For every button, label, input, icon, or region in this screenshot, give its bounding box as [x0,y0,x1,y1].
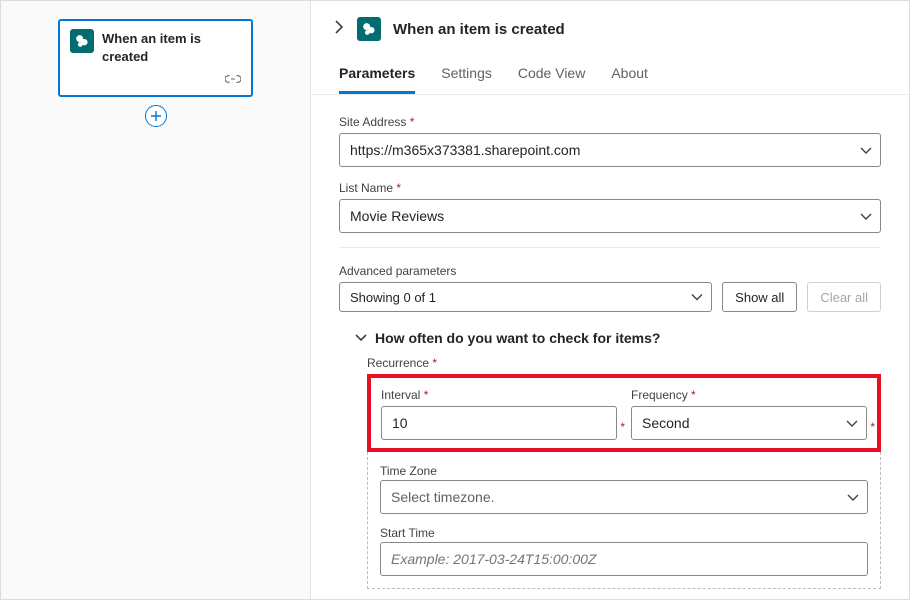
recurrence-extras: Time Zone Select timezone. Start Time [367,452,881,589]
how-often-header[interactable]: How often do you want to check for items… [355,330,881,346]
chevron-down-icon [860,142,872,158]
sharepoint-icon [357,17,381,41]
chevron-down-icon [355,334,367,342]
interval-input[interactable] [381,406,617,440]
timezone-select[interactable]: Select timezone. [380,480,868,514]
frequency-label: Frequency * [631,388,867,402]
flow-canvas: When an item is created [1,1,311,599]
frequency-select[interactable]: Second [631,406,867,440]
starttime-label: Start Time [380,526,435,540]
action-panel: When an item is created Parameters Setti… [311,1,909,599]
clear-all-button: Clear all [807,282,881,312]
panel-tabs: Parameters Settings Code View About [311,51,909,95]
list-name-label: List Name * [339,181,881,195]
advanced-parameters-label: Advanced parameters [339,264,712,278]
trigger-card[interactable]: When an item is created [58,19,253,97]
site-address-label: Site Address * [339,115,881,129]
highlight-box: Interval * * Frequency * Second [367,374,881,452]
advanced-parameters-select[interactable]: Showing 0 of 1 [339,282,712,312]
tab-parameters[interactable]: Parameters [339,59,415,94]
collapse-panel-icon[interactable] [333,20,345,39]
timezone-label: Time Zone [380,464,437,478]
trigger-card-title: When an item is created [102,29,241,65]
starttime-input[interactable] [380,542,868,576]
divider [339,247,881,248]
add-step-button[interactable] [145,105,167,127]
tab-code-view[interactable]: Code View [518,59,585,94]
chevron-down-icon [847,489,859,505]
recurrence-label: Recurrence * [367,356,881,370]
list-name-input[interactable]: Movie Reviews [339,199,881,233]
chevron-down-icon [860,208,872,224]
interval-label: Interval * [381,388,617,402]
panel-title: When an item is created [393,21,565,38]
link-icon [225,71,241,88]
chevron-down-icon [846,415,858,431]
show-all-button[interactable]: Show all [722,282,797,312]
chevron-down-icon [691,290,703,305]
tab-about[interactable]: About [611,59,648,94]
site-address-input[interactable]: https://m365x373381.sharepoint.com [339,133,881,167]
tab-settings[interactable]: Settings [441,59,492,94]
sharepoint-icon [70,29,94,53]
